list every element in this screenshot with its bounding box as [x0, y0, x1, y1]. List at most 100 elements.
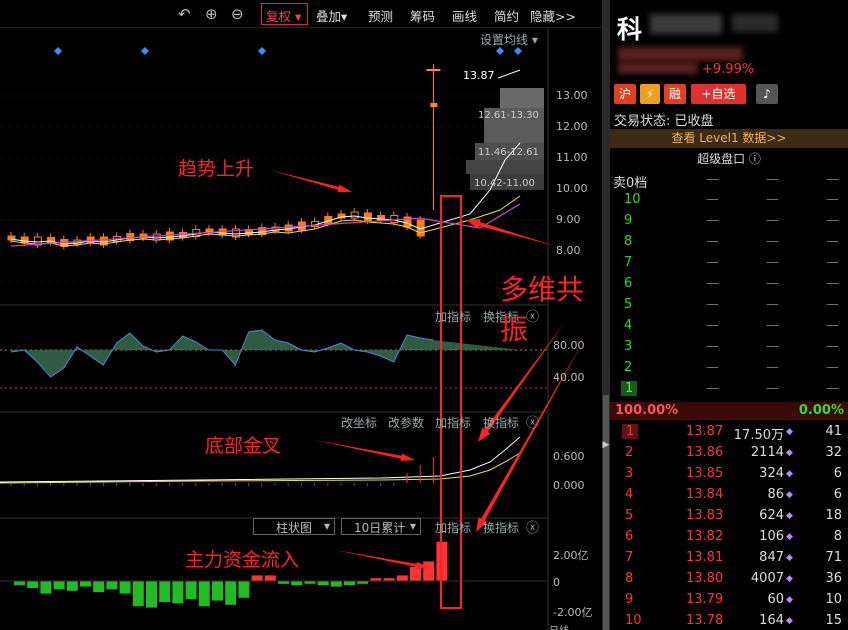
sub2-change-indicator[interactable]: 换指标: [483, 414, 519, 431]
signal-diamond: [54, 47, 62, 55]
sub3-add-indicator[interactable]: 加指标: [435, 519, 471, 536]
flow-bar: [264, 575, 276, 581]
bid-index: 3: [625, 466, 634, 481]
main-y-tick: 11.00: [556, 151, 588, 164]
bid-level-row: 10 13.78 164 ◆ 15: [610, 611, 848, 630]
blurred-price: [618, 47, 743, 61]
chip-band-1: 12.61-13.30: [478, 110, 539, 121]
flow-bar: [172, 581, 184, 604]
sell-level-index: 10: [624, 192, 641, 207]
level1-link[interactable]: 查看 Level1 数据>>: [610, 129, 848, 148]
sell-level-row: 5 — — —: [610, 295, 848, 316]
dash: —: [706, 255, 719, 270]
sell-level-row: 7 — — —: [610, 253, 848, 274]
super-disk-label: 超级盘口: [697, 152, 746, 166]
signal-diamond: [496, 47, 504, 55]
sell-level-row: 8 — — —: [610, 232, 848, 253]
bid-level-row: 3 13.85 324 ◆ 6: [610, 464, 848, 485]
dash: —: [826, 360, 839, 375]
flow-bar: [317, 581, 329, 586]
annotation-trend: 趋势上升: [178, 158, 255, 180]
annotation-arrow: [476, 338, 585, 532]
sub2-add-indicator[interactable]: 加指标: [435, 414, 471, 431]
dash: —: [826, 276, 839, 291]
add-favorite-button[interactable]: +自选: [691, 84, 746, 104]
chevron-down-icon: ▾: [323, 519, 330, 533]
dash: —: [706, 381, 719, 396]
sell-0-row: 卖0档 — — —: [610, 170, 848, 191]
stock-name-char: 科: [617, 15, 643, 44]
sub3-close-icon[interactable]: ⓧ: [526, 517, 539, 536]
bid-level-row: 8 13.80 4007 ◆ 36: [610, 569, 848, 590]
sub1-add-indicator[interactable]: 加指标: [435, 308, 471, 325]
bar-type-select[interactable]: 柱状图 ▾: [253, 518, 335, 535]
info-icon: ⓘ: [748, 152, 761, 166]
candle-body: [350, 211, 359, 219]
bid-index: 1: [622, 424, 639, 439]
sub3-change-indicator[interactable]: 换指标: [483, 519, 519, 536]
bid-index: 10: [625, 613, 642, 628]
quote-panel: 科 +9.99% 沪 ⚡ 融 +自选 ♪ 交易状态: 已收盘 查看 Level1…: [610, 0, 848, 630]
bid-volume: 4007: [750, 571, 784, 586]
collapse-arrow-icon[interactable]: ▶: [602, 440, 610, 450]
lightning-icon: ⚡: [640, 84, 660, 104]
bid-count: 41: [825, 424, 842, 439]
kline-chart-area[interactable]: ↶ ⊕ ⊖ 复权 ▾ 叠加▾ 预测 筹码 画线 简约 隐藏>> 设置均线 ▾ 1…: [0, 0, 602, 630]
dash: —: [766, 213, 779, 228]
flow-bar: [40, 581, 52, 594]
bid-index: 6: [625, 529, 634, 544]
bid-index: 8: [625, 571, 634, 586]
annotation-resonance: 多维共振: [500, 273, 585, 346]
dash: —: [826, 255, 839, 270]
annotation-arrow: [315, 440, 415, 461]
badge-margin: 融: [664, 84, 686, 104]
price-arrow: [497, 69, 521, 79]
bid-index: 2: [625, 445, 634, 460]
sub3-tick-0: 0: [553, 576, 560, 589]
flow-bar: [238, 581, 250, 598]
sub2-close-icon[interactable]: ⓧ: [526, 412, 539, 431]
bid-index: 9: [625, 592, 634, 607]
dash: —: [826, 192, 839, 207]
dash: —: [826, 234, 839, 249]
change-param-button[interactable]: 改参数: [388, 414, 424, 431]
last-price-label: 13.87: [463, 69, 495, 82]
super-disk-header[interactable]: 超级盘口 ⓘ: [610, 150, 848, 168]
bid-level-row: 1 13.87 17.50万 ◆ 41: [610, 422, 848, 443]
dash: —: [706, 297, 719, 312]
sell-level-row: 4 — — —: [610, 316, 848, 337]
candle-body: [284, 224, 293, 232]
flow-bar: [396, 575, 408, 581]
bid-volume: 86: [767, 487, 784, 502]
diamond-icon: ◆: [786, 511, 793, 521]
candle-body: [430, 103, 438, 107]
annotation-capital-inflow: 主力资金流入: [185, 549, 300, 571]
dash: —: [766, 318, 779, 333]
change-coord-button[interactable]: 改坐标: [341, 414, 377, 431]
diamond-icon: ◆: [786, 490, 793, 500]
bid-count: 36: [825, 571, 842, 586]
main-y-tick: 8.00: [556, 244, 581, 257]
sell-level-index: 7: [624, 255, 633, 270]
flow-bar: [410, 567, 421, 581]
diamond-icon: ◆: [786, 595, 793, 605]
flow-bar: [106, 581, 118, 590]
dash: —: [826, 172, 839, 187]
sell-level-row: 1 — — —: [610, 379, 848, 400]
main-y-tick: 13.00: [556, 89, 588, 102]
accum-select[interactable]: 10日累计 ▾: [341, 518, 421, 535]
dash: —: [706, 276, 719, 291]
dash: —: [766, 339, 779, 354]
flow-bar: [93, 581, 105, 593]
flow-bar: [344, 581, 355, 586]
bell-icon[interactable]: ♪: [756, 84, 778, 104]
panel-divider[interactable]: ▶: [602, 0, 610, 630]
scrollbar[interactable]: [603, 395, 609, 630]
dash: —: [766, 234, 779, 249]
flow-bar: [159, 581, 171, 602]
sell-level-index: 3: [624, 339, 633, 354]
dash: —: [826, 318, 839, 333]
badge-sh: 沪: [614, 84, 636, 104]
bid-level-row: 5 13.83 624 ◆ 18: [610, 506, 848, 527]
main-y-tick: 12.00: [556, 120, 588, 133]
